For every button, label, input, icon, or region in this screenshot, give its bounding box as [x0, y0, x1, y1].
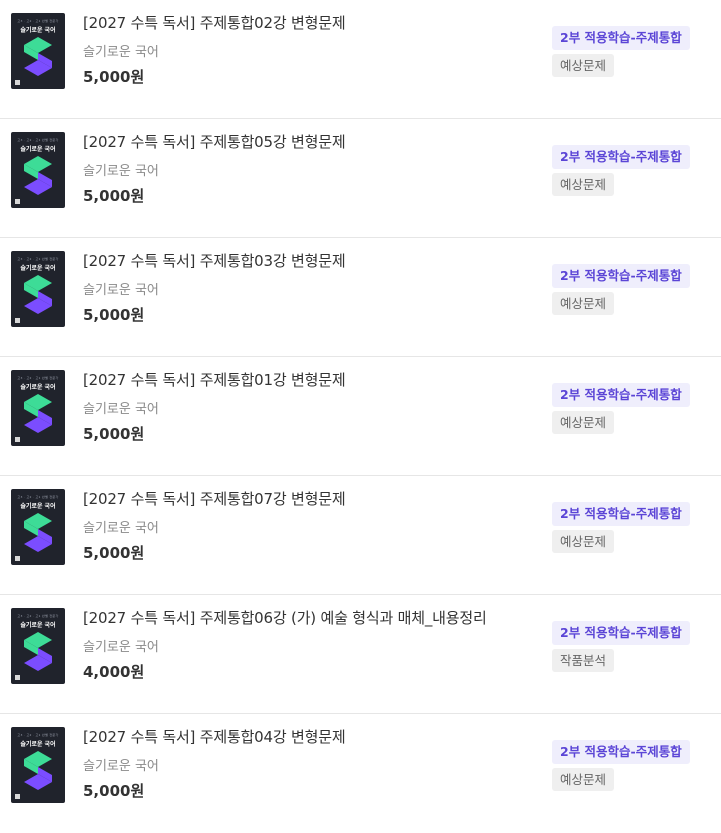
item-author: 슬기로운 국어	[83, 521, 159, 536]
publisher-mark-icon	[15, 675, 20, 680]
category-badge: 2부 적용학습-주제통합	[552, 26, 690, 50]
item-title[interactable]: [2027 수특 독서] 주제통합05강 변형문제	[83, 131, 346, 152]
category-badge: 2부 적용학습-주제통합	[552, 740, 690, 764]
item-title[interactable]: [2027 수특 독서] 주제통합07강 변형문제	[83, 488, 346, 509]
item-author: 슬기로운 국어	[83, 283, 159, 298]
list-item[interactable]: 고3 · 고2 · 고1 반별 전문가 슬기로운 국어 [2027 수특 독서]…	[0, 238, 721, 357]
thumbnail-tagline: 고3 · 고2 · 고1 반별 전문가	[17, 733, 59, 737]
publisher-mark-icon	[15, 318, 20, 323]
s-logo-icon	[24, 37, 52, 76]
item-title[interactable]: [2027 수특 독서] 주제통합06강 (가) 예술 형식과 매체_내용정리	[83, 607, 487, 628]
book-thumbnail[interactable]: 고3 · 고2 · 고1 반별 전문가 슬기로운 국어	[11, 489, 65, 565]
thumbnail-title: 슬기로운 국어	[20, 622, 56, 629]
thumbnail-tagline: 고3 · 고2 · 고1 반별 전문가	[17, 138, 59, 142]
item-title[interactable]: [2027 수특 독서] 주제통합02강 변형문제	[83, 12, 346, 33]
publisher-mark-icon	[15, 80, 20, 85]
s-logo-icon	[24, 156, 52, 195]
item-price: 4,000원	[83, 663, 145, 681]
type-badge: 예상문제	[552, 768, 615, 791]
category-badge: 2부 적용학습-주제통합	[552, 264, 690, 288]
list-item[interactable]: 고3 · 고2 · 고1 반별 전문가 슬기로운 국어 [2027 수특 독서]…	[0, 476, 721, 595]
type-badge: 작품분석	[552, 649, 615, 672]
item-price: 5,000원	[83, 187, 145, 205]
thumbnail-title: 슬기로운 국어	[20, 146, 56, 153]
list-item[interactable]: 고3 · 고2 · 고1 반별 전문가 슬기로운 국어 [2027 수특 독서]…	[0, 595, 721, 714]
s-logo-icon	[24, 513, 52, 552]
thumbnail-title: 슬기로운 국어	[20, 741, 56, 748]
list-item[interactable]: 고3 · 고2 · 고1 반별 전문가 슬기로운 국어 [2027 수특 독서]…	[0, 714, 721, 833]
book-thumbnail[interactable]: 고3 · 고2 · 고1 반별 전문가 슬기로운 국어	[11, 132, 65, 208]
list-item[interactable]: 고3 · 고2 · 고1 반별 전문가 슬기로운 국어 [2027 수특 독서]…	[0, 0, 721, 119]
type-badge: 예상문제	[552, 292, 615, 315]
thumbnail-tagline: 고3 · 고2 · 고1 반별 전문가	[17, 19, 59, 23]
item-price: 5,000원	[83, 425, 145, 443]
item-author: 슬기로운 국어	[83, 402, 159, 417]
item-price: 5,000원	[83, 544, 145, 562]
s-logo-icon	[24, 632, 52, 671]
thumbnail-tagline: 고3 · 고2 · 고1 반별 전문가	[17, 495, 59, 499]
publisher-mark-icon	[15, 437, 20, 442]
category-badge: 2부 적용학습-주제통합	[552, 383, 690, 407]
publisher-mark-icon	[15, 794, 20, 799]
category-badge: 2부 적용학습-주제통합	[552, 502, 690, 526]
book-thumbnail[interactable]: 고3 · 고2 · 고1 반별 전문가 슬기로운 국어	[11, 13, 65, 89]
book-thumbnail[interactable]: 고3 · 고2 · 고1 반별 전문가 슬기로운 국어	[11, 251, 65, 327]
item-title[interactable]: [2027 수특 독서] 주제통합01강 변형문제	[83, 369, 346, 390]
s-logo-icon	[24, 275, 52, 314]
item-price: 5,000원	[83, 306, 145, 324]
type-badge: 예상문제	[552, 530, 615, 553]
book-thumbnail[interactable]: 고3 · 고2 · 고1 반별 전문가 슬기로운 국어	[11, 608, 65, 684]
s-logo-icon	[24, 394, 52, 433]
list-item[interactable]: 고3 · 고2 · 고1 반별 전문가 슬기로운 국어 [2027 수특 독서]…	[0, 119, 721, 238]
item-author: 슬기로운 국어	[83, 45, 159, 60]
book-thumbnail[interactable]: 고3 · 고2 · 고1 반별 전문가 슬기로운 국어	[11, 727, 65, 803]
item-title[interactable]: [2027 수특 독서] 주제통합04강 변형문제	[83, 726, 346, 747]
item-author: 슬기로운 국어	[83, 164, 159, 179]
category-badge: 2부 적용학습-주제통합	[552, 621, 690, 645]
item-title[interactable]: [2027 수특 독서] 주제통합03강 변형문제	[83, 250, 346, 271]
thumbnail-tagline: 고3 · 고2 · 고1 반별 전문가	[17, 257, 59, 261]
publisher-mark-icon	[15, 556, 20, 561]
item-price: 5,000원	[83, 782, 145, 800]
item-author: 슬기로운 국어	[83, 759, 159, 774]
thumbnail-title: 슬기로운 국어	[20, 265, 56, 272]
thumbnail-tagline: 고3 · 고2 · 고1 반별 전문가	[17, 614, 59, 618]
item-price: 5,000원	[83, 68, 145, 86]
book-thumbnail[interactable]: 고3 · 고2 · 고1 반별 전문가 슬기로운 국어	[11, 370, 65, 446]
type-badge: 예상문제	[552, 54, 615, 77]
list-item[interactable]: 고3 · 고2 · 고1 반별 전문가 슬기로운 국어 [2027 수특 독서]…	[0, 357, 721, 476]
s-logo-icon	[24, 751, 52, 790]
thumbnail-title: 슬기로운 국어	[20, 27, 56, 34]
thumbnail-title: 슬기로운 국어	[20, 503, 56, 510]
type-badge: 예상문제	[552, 173, 615, 196]
type-badge: 예상문제	[552, 411, 615, 434]
item-author: 슬기로운 국어	[83, 640, 159, 655]
thumbnail-tagline: 고3 · 고2 · 고1 반별 전문가	[17, 376, 59, 380]
category-badge: 2부 적용학습-주제통합	[552, 145, 690, 169]
product-list: 고3 · 고2 · 고1 반별 전문가 슬기로운 국어 [2027 수특 독서]…	[0, 0, 721, 833]
thumbnail-title: 슬기로운 국어	[20, 384, 56, 391]
publisher-mark-icon	[15, 199, 20, 204]
